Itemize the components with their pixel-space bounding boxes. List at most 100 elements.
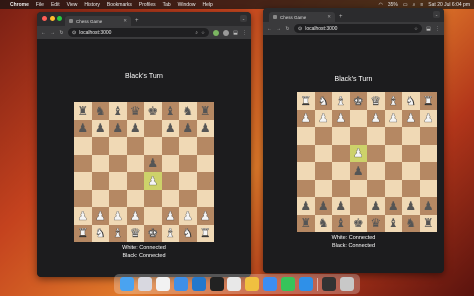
board-square[interactable]: ♟: [419, 109, 437, 127]
tab-search-icon[interactable]: ⌄: [433, 11, 440, 18]
white-bishop-icon[interactable]: ♝: [335, 95, 346, 107]
board-square[interactable]: ♟: [109, 119, 127, 137]
tab-search-icon[interactable]: ⌄: [240, 15, 247, 22]
black-pawn-icon[interactable]: ♟: [423, 200, 434, 212]
board-square[interactable]: [91, 189, 109, 207]
black-pawn-icon[interactable]: ♟: [77, 122, 88, 134]
vscode-icon[interactable]: [191, 277, 206, 291]
board-square[interactable]: ♝: [161, 224, 179, 242]
board-square[interactable]: ♟: [161, 207, 179, 225]
minimize-window-button[interactable]: [49, 16, 55, 21]
board-square[interactable]: ♚: [144, 224, 162, 242]
xcode-icon[interactable]: [173, 277, 188, 291]
battery-icon[interactable]: ▭: [403, 2, 408, 8]
white-knight-icon[interactable]: ♞: [95, 227, 106, 239]
white-rook-icon[interactable]: ♜: [423, 95, 434, 107]
address-bar[interactable]: ⊙ localhost:3000 ☆: [294, 24, 422, 33]
board-square[interactable]: ♜: [74, 224, 92, 242]
board-square[interactable]: ♟: [332, 109, 350, 127]
board-square[interactable]: ♚: [349, 214, 367, 232]
profile-icon[interactable]: ⬓: [426, 26, 431, 32]
board-square[interactable]: ♜: [297, 214, 315, 232]
board-square[interactable]: ♟: [91, 207, 109, 225]
menu-kebab-icon[interactable]: ⋮: [435, 26, 440, 32]
black-pawn-icon[interactable]: ♟: [300, 200, 311, 212]
board-square[interactable]: [367, 162, 385, 180]
board-square[interactable]: ♛: [126, 224, 144, 242]
board-square[interactable]: [196, 172, 214, 190]
black-pawn-icon[interactable]: ♟: [405, 200, 416, 212]
board-square[interactable]: ♞: [179, 224, 197, 242]
menu-item-tab[interactable]: Tab: [163, 2, 171, 8]
board-square[interactable]: ♟: [402, 197, 420, 215]
board-square[interactable]: ♟: [179, 207, 197, 225]
black-king-icon[interactable]: ♚: [147, 105, 158, 117]
board-square[interactable]: [74, 172, 92, 190]
black-pawn-icon[interactable]: ♟: [318, 200, 329, 212]
close-window-button[interactable]: [42, 16, 47, 21]
board-square[interactable]: ♞: [91, 102, 109, 120]
chatgpt-icon[interactable]: [155, 277, 170, 291]
tab-chess-game[interactable]: Chess Game ✕: [65, 16, 131, 26]
site-info-icon[interactable]: ⊙: [298, 26, 302, 32]
menu-kebab-icon[interactable]: ⋮: [242, 30, 247, 36]
board-square[interactable]: [91, 154, 109, 172]
tab-chess-game[interactable]: Chess Game ✕: [269, 12, 335, 22]
back-icon[interactable]: ←: [41, 30, 46, 36]
black-bishop-icon[interactable]: ♝: [335, 217, 346, 229]
board-square[interactable]: [161, 137, 179, 155]
black-knight-icon[interactable]: ♞: [182, 105, 193, 117]
board-square[interactable]: ♟: [109, 207, 127, 225]
board-square[interactable]: [179, 189, 197, 207]
board-square[interactable]: [314, 179, 332, 197]
board-square[interactable]: ♞: [91, 224, 109, 242]
board-square[interactable]: [314, 127, 332, 145]
board-square[interactable]: ♝: [384, 92, 402, 110]
bookmark-star-icon[interactable]: ☆: [201, 30, 205, 36]
board-square[interactable]: ♟: [179, 119, 197, 137]
black-rook-icon[interactable]: ♜: [77, 105, 88, 117]
white-pawn-icon[interactable]: ♟: [353, 147, 364, 159]
board-square[interactable]: ♟: [332, 197, 350, 215]
board-square[interactable]: [179, 137, 197, 155]
reload-icon[interactable]: ↻: [285, 26, 290, 32]
new-tab-button[interactable]: +: [135, 18, 139, 24]
board-square[interactable]: [332, 127, 350, 145]
black-knight-icon[interactable]: ♞: [95, 105, 106, 117]
board-square[interactable]: [384, 144, 402, 162]
white-pawn-icon[interactable]: ♟: [182, 210, 193, 222]
white-knight-icon[interactable]: ♞: [318, 95, 329, 107]
board-square[interactable]: ♚: [144, 102, 162, 120]
extensions-puzzle-icon[interactable]: [223, 29, 229, 36]
extension-icon[interactable]: [213, 29, 219, 36]
black-pawn-icon[interactable]: ♟: [370, 200, 381, 212]
board-square[interactable]: [161, 189, 179, 207]
board-square[interactable]: ♜: [196, 102, 214, 120]
board-square[interactable]: ♜: [419, 214, 437, 232]
board-square[interactable]: [367, 179, 385, 197]
site-info-icon[interactable]: ⊙: [72, 30, 76, 36]
board-square[interactable]: ♟: [384, 109, 402, 127]
board-square[interactable]: ♟: [74, 207, 92, 225]
board-square[interactable]: [384, 162, 402, 180]
white-pawn-icon[interactable]: ♟: [300, 112, 311, 124]
board-square[interactable]: ♞: [314, 92, 332, 110]
board-square[interactable]: ♟: [196, 207, 214, 225]
black-bishop-icon[interactable]: ♝: [112, 105, 123, 117]
board-square[interactable]: ♟: [419, 197, 437, 215]
board-square[interactable]: [314, 144, 332, 162]
new-tab-button[interactable]: +: [339, 14, 343, 20]
board-square[interactable]: ♟: [297, 109, 315, 127]
control-center-icon[interactable]: ≡: [420, 2, 423, 8]
black-knight-icon[interactable]: ♞: [405, 217, 416, 229]
terminal-icon[interactable]: [209, 277, 224, 291]
board-square[interactable]: ♞: [402, 92, 420, 110]
board-square[interactable]: ♟: [384, 197, 402, 215]
board-square[interactable]: [109, 137, 127, 155]
mail-icon[interactable]: [263, 277, 278, 291]
board-square[interactable]: [349, 179, 367, 197]
board-square[interactable]: [297, 162, 315, 180]
back-icon[interactable]: ←: [267, 26, 272, 32]
board-square[interactable]: ♛: [126, 102, 144, 120]
white-pawn-icon[interactable]: ♟: [165, 210, 176, 222]
